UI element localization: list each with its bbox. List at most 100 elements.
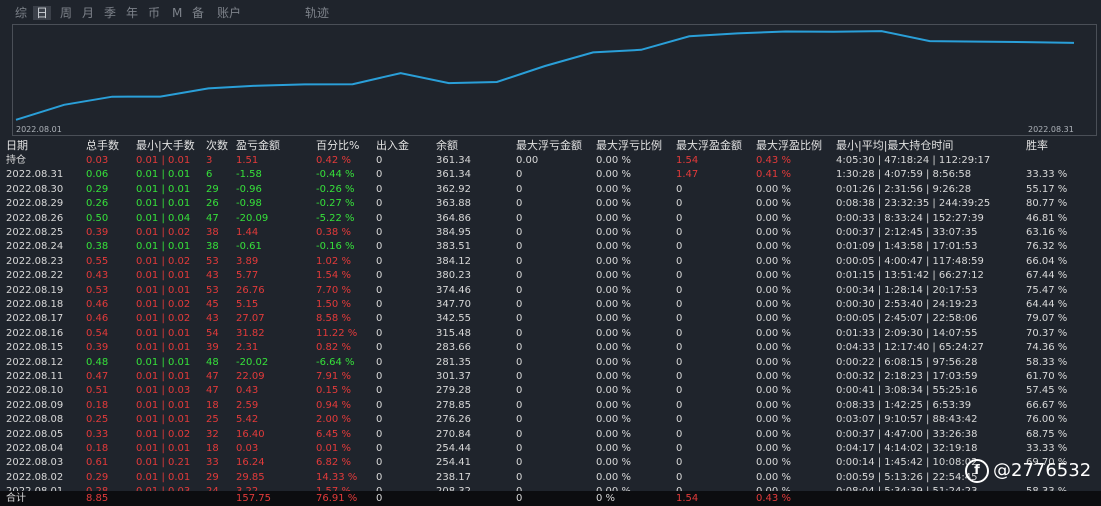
- column-header[interactable]: 胜率: [1026, 139, 1048, 153]
- tab-monthly[interactable]: 月: [82, 6, 94, 20]
- cell-times: 0:01:26 | 2:31:56 | 9:26:28: [836, 183, 972, 195]
- cell-maxprofit: 0: [676, 371, 683, 382]
- cell-maxlosspct: 0.00 %: [596, 299, 631, 310]
- balance-chart-svg: [12, 24, 1097, 136]
- cell-balance: 278.85: [436, 399, 471, 411]
- cell-maxprofit: 0: [676, 241, 683, 253]
- cell-pnl: 16.24: [236, 457, 265, 469]
- column-header[interactable]: 出入金: [376, 139, 409, 153]
- table-row[interactable]: 2022.08.23 0.55 0.01 | 0.02 53 3.89 1.02 % 0 38…: [0, 255, 1101, 269]
- cell-win: 74.36 %: [1026, 342, 1068, 354]
- cell-balance: 301.37: [436, 371, 471, 382]
- table-row[interactable]: 2022.08.16 0.54 0.01 | 0.01 54 31.82 11.22 % 0…: [0, 327, 1101, 341]
- cell-minmax: 0.01 | 0.01: [136, 183, 191, 195]
- cell-minmax: 0.01 | 0.04: [136, 212, 191, 224]
- table-row[interactable]: 2022.08.29 0.26 0.01 | 0.01 26 -0.98 -0.27 % 0…: [0, 197, 1101, 211]
- cell-date: 2022.08.19: [6, 284, 64, 296]
- cell-lots: 0.18: [86, 399, 109, 411]
- cell-flow: 0: [376, 255, 383, 267]
- table-row[interactable]: 2022.08.04 0.18 0.01 | 0.01 18 0.03 0.01 % 0 25…: [0, 442, 1101, 456]
- cell-maxloss: 0: [516, 371, 523, 382]
- cell-minmax: 0.01 | 0.01: [136, 371, 191, 382]
- table-row[interactable]: 2022.08.15 0.39 0.01 | 0.01 39 2.31 0.82 % 0 28…: [0, 341, 1101, 355]
- cell-maxloss: 0: [516, 356, 523, 368]
- table-row[interactable]: 2022.08.02 0.29 0.01 | 0.01 29 29.85 14.33 % 0…: [0, 471, 1101, 485]
- cell-maxloss: 0: [516, 313, 523, 325]
- cell-lots: 0.51: [86, 385, 109, 397]
- cell-pct: 2.00 %: [316, 414, 351, 426]
- cell-minmax: 0.01 | 0.02: [136, 227, 191, 238]
- table-row[interactable]: 持仓 0.03 0.01 | 0.01 3 1.51 0.42 % 0 361.34 0.00 0…: [0, 154, 1101, 168]
- column-header[interactable]: 百分比%: [316, 139, 359, 153]
- table-row[interactable]: 2022.08.24 0.38 0.01 | 0.01 38 -0.61 -0.16 % 0…: [0, 240, 1101, 254]
- table-row[interactable]: 2022.08.10 0.51 0.01 | 0.03 47 0.43 0.15 % 0 27…: [0, 384, 1101, 398]
- tab-yearly[interactable]: 年: [126, 6, 138, 20]
- column-header[interactable]: 最大浮盈比例: [756, 139, 822, 153]
- table-row[interactable]: 2022.08.12 0.48 0.01 | 0.01 48 -20.02 -6.64 %…: [0, 356, 1101, 370]
- column-header[interactable]: 次数: [206, 139, 228, 153]
- column-header[interactable]: 盈亏金额: [236, 139, 280, 153]
- tab-weekly[interactable]: 周: [60, 6, 72, 20]
- table-row[interactable]: 2022.08.30 0.29 0.01 | 0.01 29 -0.96 -0.26 % 0…: [0, 183, 1101, 197]
- column-header[interactable]: 日期: [6, 139, 28, 153]
- tab-account[interactable]: 账户: [217, 6, 241, 20]
- total-flow: 0: [376, 493, 383, 504]
- cell-count: 6: [206, 169, 213, 181]
- cell-maxlosspct: 0.00 %: [596, 457, 631, 469]
- cell-maxprofitpct: 0.41 %: [756, 169, 791, 181]
- tab-currency[interactable]: 币: [148, 6, 160, 20]
- cell-date: 2022.08.12: [6, 356, 64, 368]
- cell-date: 2022.08.23: [6, 255, 64, 267]
- table-row[interactable]: 2022.08.03 0.61 0.01 | 0.21 33 16.24 6.82 % 0 2…: [0, 456, 1101, 470]
- cell-maxlosspct: 0.00 %: [596, 313, 631, 325]
- table-row[interactable]: 2022.08.08 0.25 0.01 | 0.01 25 5.42 2.00 % 0 27…: [0, 413, 1101, 427]
- column-header[interactable]: 最大浮盈金额: [676, 139, 742, 153]
- tab-trajectory[interactable]: 轨迹: [305, 6, 329, 20]
- cell-date: 2022.08.18: [6, 299, 64, 310]
- table-row[interactable]: 2022.08.18 0.46 0.01 | 0.02 45 5.15 1.50 % 0 34…: [0, 298, 1101, 312]
- tab-overview[interactable]: 综: [15, 6, 27, 20]
- cell-pct: 0.38 %: [316, 227, 351, 238]
- cell-pnl: 26.76: [236, 284, 265, 296]
- cell-pct: 0.15 %: [316, 385, 351, 397]
- cell-flow: 0: [376, 241, 383, 253]
- column-header[interactable]: 总手数: [86, 139, 119, 153]
- cell-count: 25: [206, 414, 219, 426]
- table-row[interactable]: 2022.08.19 0.53 0.01 | 0.01 53 26.76 7.70 % 0 3…: [0, 284, 1101, 298]
- tab-m[interactable]: M: [172, 6, 182, 20]
- tab-quarterly[interactable]: 季: [104, 6, 116, 20]
- table-row[interactable]: 2022.08.09 0.18 0.01 | 0.01 18 2.59 0.94 % 0 27…: [0, 399, 1101, 413]
- cell-balance: 347.70: [436, 299, 471, 310]
- cell-lots: 0.25: [86, 414, 109, 426]
- cell-maxprofit: 0: [676, 327, 683, 339]
- table-row[interactable]: 2022.08.26 0.50 0.01 | 0.04 47 -20.09 -5.22 %…: [0, 212, 1101, 226]
- table-row[interactable]: 2022.08.31 0.06 0.01 | 0.01 6 -1.58 -0.44 % 0 3…: [0, 168, 1101, 182]
- cell-count: 29: [206, 471, 219, 483]
- cell-win: 76.00 %: [1026, 414, 1068, 426]
- tab-notes[interactable]: 备: [192, 6, 204, 20]
- cell-win: 64.44 %: [1026, 299, 1068, 310]
- cell-maxprofitpct: 0.00 %: [756, 471, 791, 483]
- table-row[interactable]: 2022.08.11 0.47 0.01 | 0.01 47 22.09 7.91 % 0 3…: [0, 370, 1101, 384]
- cell-pct: 14.33 %: [316, 471, 358, 483]
- table-row[interactable]: 2022.08.25 0.39 0.01 | 0.02 38 1.44 0.38 % 0 38…: [0, 226, 1101, 240]
- tab-daily[interactable]: 日: [33, 6, 52, 20]
- column-header[interactable]: 最小|大手数: [136, 139, 195, 153]
- column-header[interactable]: 最大浮亏金额: [516, 139, 582, 153]
- cell-maxlosspct: 0.00 %: [596, 356, 631, 368]
- table-row[interactable]: 2022.08.22 0.43 0.01 | 0.01 43 5.77 1.54 % 0 38…: [0, 269, 1101, 283]
- column-header[interactable]: 最小|平均|最大持仓时间: [836, 139, 953, 153]
- cell-balance: 361.34: [436, 155, 471, 166]
- table-row[interactable]: 2022.08.05 0.33 0.01 | 0.02 32 16.40 6.45 % 0 2…: [0, 428, 1101, 442]
- cell-times: 0:00:59 | 5:13:26 | 22:54:45: [836, 471, 978, 483]
- column-header[interactable]: 最大浮亏比例: [596, 139, 662, 153]
- cell-date: 2022.08.25: [6, 227, 64, 238]
- cell-times: 0:01:33 | 2:09:30 | 14:07:55: [836, 327, 978, 339]
- cell-pct: -0.16 %: [316, 241, 355, 253]
- table-row[interactable]: 2022.08.17 0.46 0.01 | 0.02 43 27.07 8.58 % 0 3…: [0, 312, 1101, 326]
- cell-maxlosspct: 0.00 %: [596, 227, 631, 238]
- column-header[interactable]: 余额: [436, 139, 458, 153]
- cell-count: 26: [206, 198, 219, 210]
- cell-maxprofit: 0: [676, 183, 683, 195]
- cell-maxloss: 0: [516, 443, 523, 454]
